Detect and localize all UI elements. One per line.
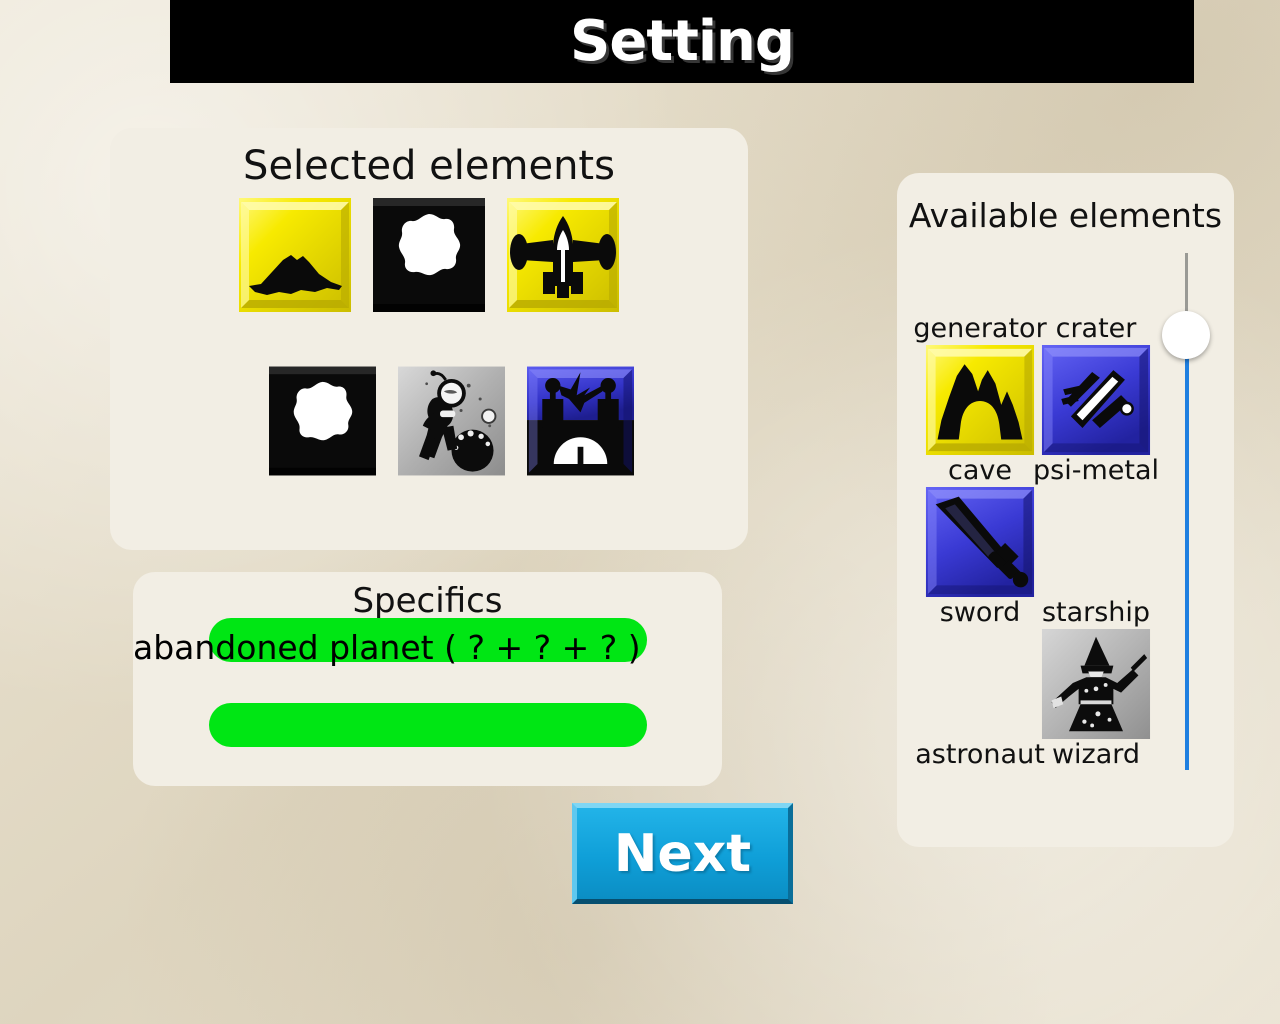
selected-elements-heading: Selected elements <box>243 143 615 189</box>
sword-icon <box>925 486 1035 597</box>
available-label-generator: generator <box>913 313 1047 344</box>
crater-icon <box>373 198 485 312</box>
available-tile-sword[interactable] <box>925 486 1035 597</box>
available-label-cave: cave <box>948 454 1012 486</box>
cave-icon <box>925 344 1035 455</box>
available-label-wizard: wizard <box>1051 738 1141 770</box>
generator-icon <box>526 366 634 476</box>
wizard-icon <box>1041 628 1151 739</box>
selected-elements-panel: Selected elements <box>110 128 748 550</box>
selected-tile-astronaut[interactable] <box>397 366 505 476</box>
available-label-psi-metal: psi-metal <box>1033 454 1159 486</box>
available-label-sword: sword <box>939 596 1021 628</box>
available-label-starship: starship <box>1041 596 1151 628</box>
available-tile-cave[interactable] <box>925 344 1035 455</box>
available-elements-grid: generator crater cave psi-metal sword st… <box>913 313 1163 770</box>
selected-tile-starship[interactable] <box>507 198 619 312</box>
available-label-astronaut: astronaut <box>915 738 1045 770</box>
scrollbar-thumb[interactable] <box>1162 311 1210 359</box>
title-banner: Setting <box>170 0 1194 83</box>
astronaut-icon <box>397 366 505 476</box>
selected-tile-generator[interactable] <box>526 366 634 476</box>
mountain-icon <box>239 198 351 312</box>
starship-icon <box>507 198 619 312</box>
available-grid-empty-cell <box>1041 487 1151 597</box>
page-title: Setting <box>570 9 795 74</box>
selected-elements-row-2 <box>110 366 748 476</box>
available-elements-scrollbar[interactable] <box>1162 253 1210 770</box>
scrollbar-track-lower[interactable] <box>1185 338 1189 770</box>
next-button-label: Next <box>613 823 752 884</box>
available-grid-empty-cell-2 <box>925 629 1035 739</box>
available-elements-heading: Available elements <box>908 196 1223 235</box>
next-button[interactable]: Next <box>572 803 793 904</box>
selected-tile-mountain[interactable] <box>239 198 351 312</box>
available-tile-psi-metal[interactable] <box>1041 344 1151 455</box>
specifics-heading: Specifics <box>352 581 503 621</box>
selected-elements-row-1 <box>110 198 748 312</box>
specifics-field-2[interactable] <box>209 703 647 747</box>
available-label-crater: crater <box>1055 313 1137 344</box>
specifics-panel: Specifics <box>133 572 722 786</box>
selected-tile-crater-2[interactable] <box>268 366 376 476</box>
crater-icon <box>268 366 376 476</box>
specifics-field-1-value: abandoned planet ( ? + ? + ? ) <box>133 628 641 667</box>
available-tile-wizard[interactable] <box>1041 628 1151 739</box>
psi-metal-icon <box>1041 344 1151 455</box>
selected-tile-crater[interactable] <box>373 198 485 312</box>
